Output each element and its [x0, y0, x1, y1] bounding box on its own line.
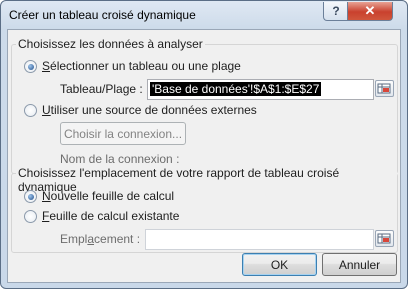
label-text: cement : — [94, 232, 141, 246]
source-group-legend: Choisissez les données à analyser — [16, 37, 205, 51]
dialog-title: Créer un tableau croisé dynamique — [9, 8, 196, 22]
connection-name-label: Nom de la connexion : — [60, 152, 180, 166]
ok-label: OK — [270, 257, 289, 272]
range-field-label: Tableau/Plage : — [60, 82, 143, 96]
accel-key: U — [42, 103, 51, 117]
radio-new-sheet-label[interactable]: Nouvelle feuille de calcul — [42, 189, 174, 203]
placement-group: Choisissez l'emplacement de votre rappor… — [11, 166, 398, 253]
source-group: Choisissez les données à analyser Sélect… — [11, 37, 398, 174]
range-picker-button[interactable] — [375, 80, 394, 97]
label-text: ouvelle feuille de calcul — [50, 189, 175, 203]
title-bar[interactable]: Créer un tableau croisé dynamique ? ✕ — [1, 1, 407, 29]
label-text: Empl — [60, 232, 88, 246]
radio-external-source-label[interactable]: Utiliser une source de données externes — [42, 103, 257, 117]
location-field-label: Emplacement : — [60, 232, 140, 246]
help-button[interactable]: ? — [323, 2, 349, 21]
close-icon: ✕ — [364, 3, 376, 18]
help-icon: ? — [332, 4, 340, 18]
close-button[interactable]: ✕ — [347, 2, 393, 21]
label-text: électionner un tableau ou une plage — [50, 59, 241, 73]
range-input-value: 'Base de données'!$A$1:$E$27 — [150, 82, 322, 96]
dialog-window: Créer un tableau croisé dynamique ? ✕ Ch… — [0, 0, 408, 289]
location-picker-button[interactable] — [375, 230, 394, 247]
accel-key: N — [42, 189, 51, 203]
dialog-body: Choisissez les données à analyser Sélect… — [7, 29, 401, 283]
ok-button[interactable]: OK — [242, 253, 317, 276]
radio-existing-sheet[interactable] — [24, 210, 37, 223]
accel-key: S — [42, 59, 51, 73]
label-text: tiliser une source de données externes — [50, 103, 257, 117]
choose-connection-label: Choisir la connexion... — [63, 126, 183, 141]
radio-new-sheet[interactable] — [24, 190, 37, 203]
cancel-label: Annuler — [338, 257, 381, 272]
label-text: euille de calcul existante — [49, 209, 180, 223]
choose-connection-button[interactable]: Choisir la connexion... — [60, 122, 186, 145]
radio-select-range-label[interactable]: Sélectionner un tableau ou une plage — [42, 59, 241, 73]
location-input[interactable] — [145, 229, 374, 250]
radio-external-source[interactable] — [24, 104, 37, 117]
radio-select-range[interactable] — [24, 60, 37, 73]
range-input[interactable]: 'Base de données'!$A$1:$E$27 — [147, 79, 374, 100]
radio-existing-sheet-label[interactable]: Feuille de calcul existante — [42, 209, 179, 223]
range-picker-icon — [377, 83, 391, 94]
cancel-button[interactable]: Annuler — [322, 253, 397, 276]
range-picker-icon — [377, 233, 391, 244]
